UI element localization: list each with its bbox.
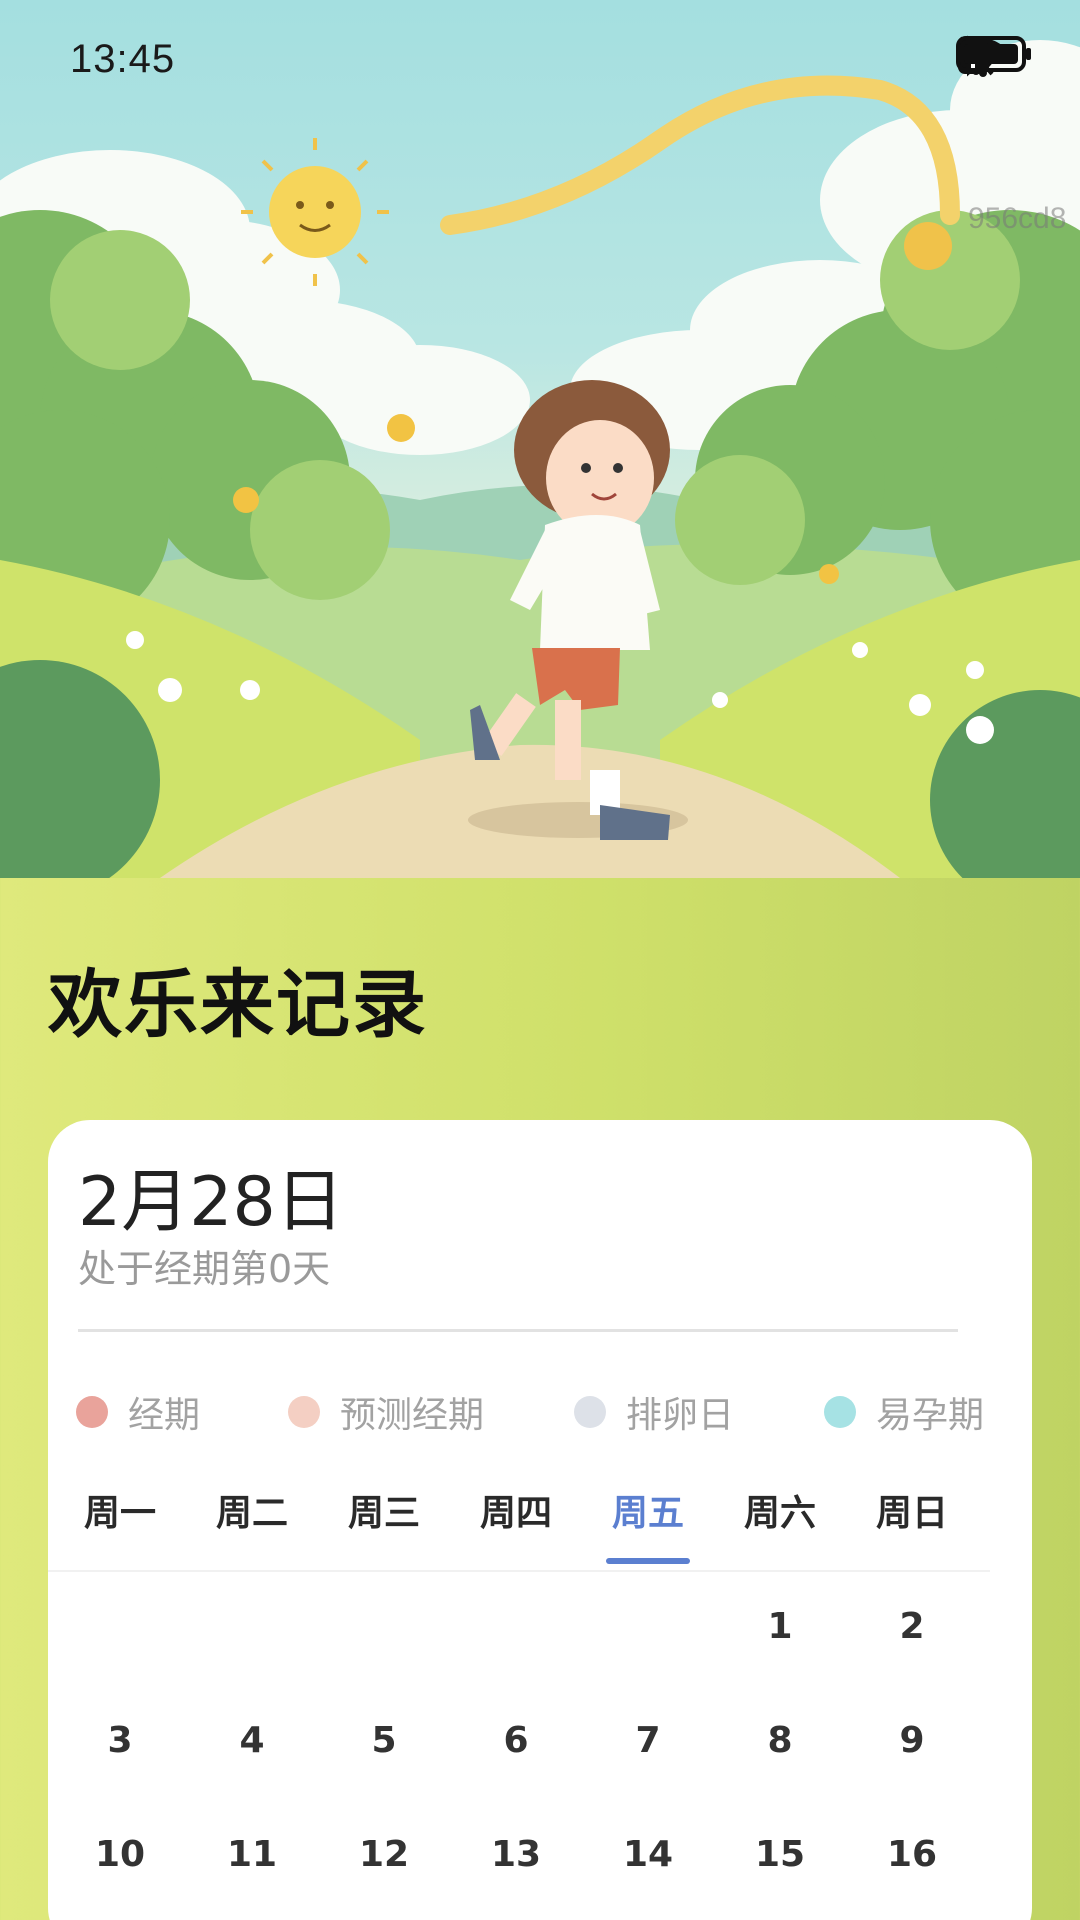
calendar-day[interactable]: 5 bbox=[318, 1720, 450, 1761]
divider bbox=[78, 1329, 958, 1332]
calendar-day[interactable]: 3 bbox=[54, 1720, 186, 1761]
calendar-day[interactable]: 13 bbox=[450, 1834, 582, 1875]
calendar-card: 2月28日 处于经期第0天 经期 预测经期 排卵日 易孕期 周一 周二 周三 周… bbox=[48, 1120, 1032, 1920]
period-status: 处于经期第0天 bbox=[78, 1247, 331, 1291]
weekday-wed[interactable]: 周三 bbox=[318, 1484, 450, 1536]
legend-dot bbox=[288, 1396, 320, 1428]
weekday-fri[interactable]: 周五 bbox=[582, 1484, 714, 1536]
legend-label: 经期 bbox=[128, 1395, 201, 1436]
calendar-day[interactable]: 9 bbox=[846, 1720, 978, 1761]
weekday-header: 周一 周二 周三 周四 周五 周六 周日 bbox=[48, 1484, 990, 1572]
status-time: 13:45 bbox=[70, 36, 176, 81]
legend-dot bbox=[824, 1396, 856, 1428]
calendar-day[interactable]: 14 bbox=[582, 1834, 714, 1875]
weekday-mon[interactable]: 周一 bbox=[54, 1484, 186, 1536]
weekday-sun[interactable]: 周日 bbox=[846, 1484, 978, 1536]
watermark: 956cd8 bbox=[968, 202, 1067, 235]
hero-scene-image bbox=[0, 40, 1080, 878]
calendar-day[interactable]: 7 bbox=[582, 1720, 714, 1761]
page-title: 欢乐来记录 bbox=[48, 962, 428, 1048]
calendar-day[interactable]: 16 bbox=[846, 1834, 978, 1875]
calendar-day[interactable]: 4 bbox=[186, 1720, 318, 1761]
legend-dot bbox=[76, 1396, 108, 1428]
legend-label: 排卵日 bbox=[626, 1395, 735, 1436]
legend-label: 预测经期 bbox=[340, 1395, 485, 1436]
calendar-day[interactable]: 15 bbox=[714, 1834, 846, 1875]
legend-item-fertile: 易孕期 bbox=[824, 1386, 984, 1438]
active-weekday-indicator bbox=[606, 1558, 690, 1564]
calendar-day[interactable]: 8 bbox=[714, 1720, 846, 1761]
legend: 经期 预测经期 排卵日 易孕期 bbox=[76, 1386, 996, 1446]
weekday-sat[interactable]: 周六 bbox=[714, 1484, 846, 1536]
status-bar: 13:45 bbox=[0, 0, 1080, 118]
calendar-day[interactable]: 11 bbox=[186, 1834, 318, 1875]
calendar-day[interactable]: 12 bbox=[318, 1834, 450, 1875]
calendar-day[interactable]: 6 bbox=[450, 1720, 582, 1761]
legend-item-predicted-period: 预测经期 bbox=[288, 1386, 484, 1438]
weekday-thu[interactable]: 周四 bbox=[450, 1484, 582, 1536]
calendar-day[interactable]: 10 bbox=[54, 1834, 186, 1875]
calendar-day[interactable]: 1 bbox=[714, 1606, 846, 1647]
legend-item-ovulation: 排卵日 bbox=[574, 1386, 734, 1438]
calendar-day[interactable]: 2 bbox=[846, 1606, 978, 1647]
hero-illustration: 13:45 956cd8 bbox=[0, 0, 1080, 878]
weekday-tue[interactable]: 周二 bbox=[186, 1484, 318, 1536]
current-date: 2月28日 bbox=[78, 1163, 344, 1242]
legend-dot bbox=[574, 1396, 606, 1428]
legend-label: 易孕期 bbox=[876, 1395, 985, 1436]
legend-item-period: 经期 bbox=[76, 1386, 200, 1438]
